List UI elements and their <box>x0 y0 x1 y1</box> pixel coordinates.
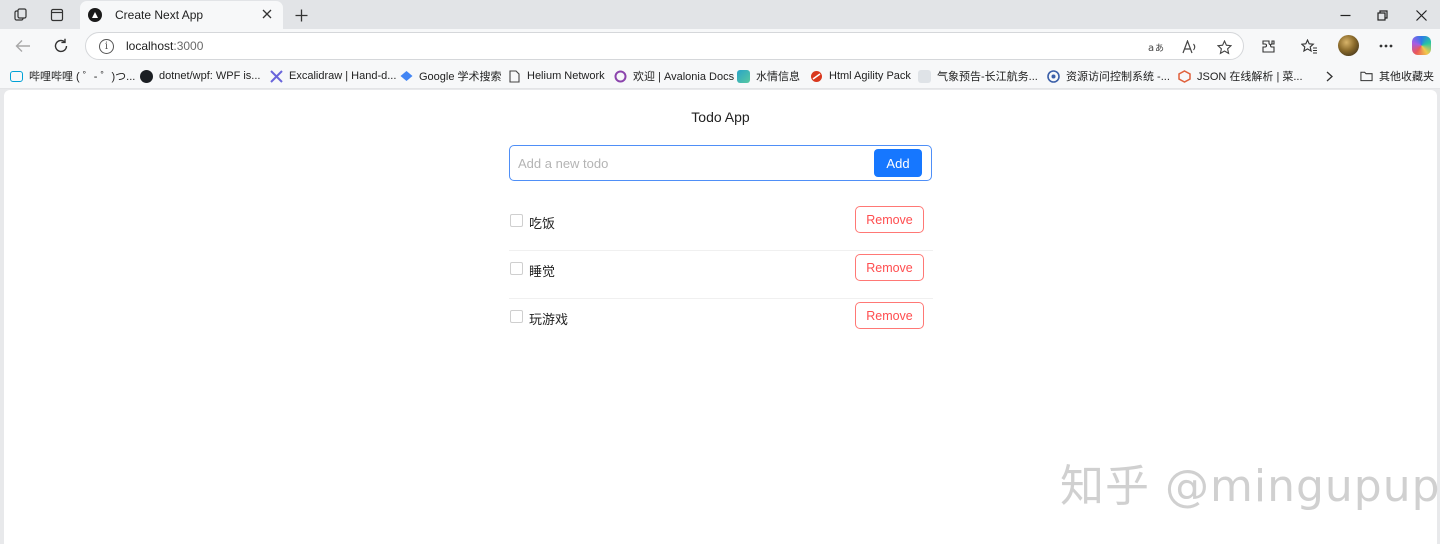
url-host: localhost <box>126 39 174 53</box>
browser-title-bar: Create Next App <box>0 0 1440 29</box>
bookmark-item[interactable]: 欢迎 | Avalonia Docs <box>614 67 734 85</box>
todo-text: 睡觉 <box>529 264 556 279</box>
remove-button[interactable]: Remove <box>855 254 924 281</box>
bookmark-item[interactable]: dotnet/wpf: WPF is... <box>140 67 260 85</box>
url-text[interactable]: localhost:3000 <box>126 39 203 53</box>
site-info-icon[interactable]: i <box>99 39 114 54</box>
htmlagility-icon <box>810 70 823 83</box>
other-favorites[interactable]: 其他收藏夹 <box>1360 67 1434 85</box>
bookmark-label: Excalidraw | Hand-d... <box>289 70 397 82</box>
back-icon[interactable] <box>11 34 35 58</box>
avalonia-icon <box>614 70 627 83</box>
url-port: :3000 <box>173 39 204 53</box>
access-control-icon <box>1047 69 1060 83</box>
other-favorites-label: 其他收藏夹 <box>1379 71 1434 83</box>
page-viewport: Todo App Add 吃饭 Remove 睡觉 Remove 玩游戏 Rem… <box>4 90 1440 544</box>
restore-icon[interactable] <box>1367 4 1397 26</box>
bookmark-item[interactable]: Excalidraw | Hand-d... <box>270 67 396 85</box>
bookmark-item[interactable]: Google 学术搜索 <box>400 67 502 85</box>
favorite-star-icon[interactable] <box>1214 37 1234 57</box>
tab-title: Create Next App <box>115 8 204 22</box>
todo-list: 吃饭 Remove 睡觉 Remove 玩游戏 Remove <box>509 203 933 347</box>
bilibili-icon <box>10 70 23 82</box>
bookmark-label: Google 学术搜索 <box>419 71 502 83</box>
bookmarks-bar: 哔哩哔哩 ( ゜- ゜)つ... dotnet/wpf: WPF is... E… <box>0 62 1440 89</box>
browser-toolbar: i localhost:3000 aあ <box>0 29 1440 62</box>
remove-button[interactable]: Remove <box>855 302 924 329</box>
add-button[interactable]: Add <box>874 149 922 177</box>
bookmark-label: 资源访问控制系统 -... <box>1066 71 1170 83</box>
page-icon <box>508 69 521 83</box>
bookmark-item[interactable]: 资源访问控制系统 -... <box>1047 67 1170 85</box>
bookmark-item[interactable]: Html Agility Pack <box>810 67 911 85</box>
bookmark-label: 哔哩哔哩 ( ゜- ゜)つ... <box>29 71 136 83</box>
bookmark-item[interactable]: 气象预告-长江航务... <box>918 67 1038 85</box>
bookmark-label: 水情信息 <box>756 71 800 83</box>
workspaces-icon[interactable] <box>8 4 34 26</box>
copilot-icon[interactable] <box>1412 36 1431 55</box>
bookmark-label: dotnet/wpf: WPF is... <box>159 70 261 82</box>
todo-item: 睡觉 Remove <box>509 251 933 299</box>
close-window-icon[interactable] <box>1406 4 1436 26</box>
favorites-icon[interactable] <box>1297 34 1321 58</box>
chevron-right-icon[interactable] <box>1321 67 1337 85</box>
app-title: Todo App <box>691 109 750 125</box>
weather-icon <box>918 69 931 83</box>
close-tab-icon[interactable] <box>259 6 275 22</box>
new-todo-input[interactable] <box>518 152 868 174</box>
add-todo-form: Add <box>509 145 932 181</box>
svg-text:a: a <box>1148 43 1154 53</box>
profile-avatar[interactable] <box>1338 35 1359 56</box>
todo-text: 吃饭 <box>529 216 556 231</box>
bookmark-item[interactable]: Helium Network <box>508 67 605 85</box>
google-scholar-icon <box>400 70 413 83</box>
refresh-icon[interactable] <box>49 34 73 58</box>
bookmark-label: Html Agility Pack <box>829 70 911 82</box>
bookmark-item[interactable]: JSON 在线解析 | 菜... <box>1178 67 1303 85</box>
todo-checkbox[interactable] <box>510 310 523 323</box>
more-menu-icon[interactable] <box>1374 34 1398 58</box>
json-icon <box>1178 69 1191 83</box>
address-bar[interactable]: i localhost:3000 aあ <box>85 32 1244 60</box>
bookmark-item[interactable]: 哔哩哔哩 ( ゜- ゜)つ... <box>10 67 135 85</box>
github-icon <box>140 69 153 83</box>
svg-text:あ: あ <box>1155 43 1164 53</box>
excalidraw-icon <box>270 69 283 83</box>
extensions-icon[interactable] <box>1256 34 1280 58</box>
todo-item: 玩游戏 Remove <box>509 299 933 347</box>
nextjs-favicon-icon <box>88 8 102 22</box>
tab-active[interactable]: Create Next App <box>80 1 283 29</box>
new-tab-icon[interactable] <box>290 4 312 26</box>
tab-actions-icon[interactable] <box>44 4 70 26</box>
watermark: 知乎 @mingupup <box>1060 461 1440 512</box>
translate-icon[interactable]: aあ <box>1146 37 1166 57</box>
todo-checkbox[interactable] <box>510 262 523 275</box>
todo-text: 玩游戏 <box>529 312 569 327</box>
todo-checkbox[interactable] <box>510 214 523 227</box>
todo-item: 吃饭 Remove <box>509 203 933 251</box>
water-icon <box>737 69 750 83</box>
folder-icon <box>1360 70 1373 83</box>
minimize-icon[interactable] <box>1330 4 1360 26</box>
bookmark-label: 欢迎 | Avalonia Docs <box>633 71 735 83</box>
bookmark-label: Helium Network <box>527 70 605 82</box>
bookmark-label: JSON 在线解析 | 菜... <box>1197 71 1303 83</box>
remove-button[interactable]: Remove <box>855 206 924 233</box>
bookmark-item[interactable]: 水情信息 <box>737 67 800 85</box>
read-aloud-icon[interactable] <box>1180 37 1200 57</box>
bookmark-label: 气象预告-长江航务... <box>937 71 1038 83</box>
